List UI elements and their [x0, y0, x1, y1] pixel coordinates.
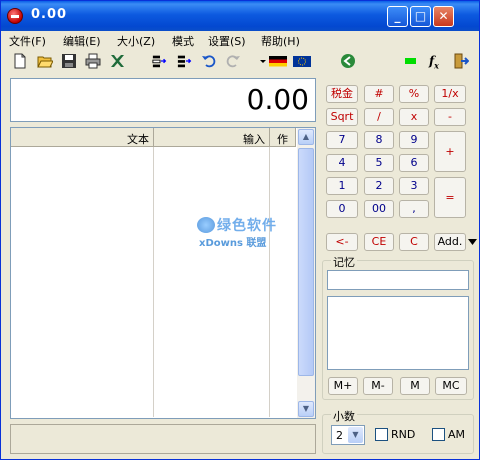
- menu-bar: 文件(F) 编辑(E) 大小(Z) 模式 设置(S) 帮助(H): [1, 31, 479, 49]
- calculator-window: 0.00 _ □ ✕ 文件(F) 编辑(E) 大小(Z) 模式 设置(S) 帮助…: [0, 0, 480, 460]
- divide-key[interactable]: /: [364, 108, 394, 126]
- undo-icon[interactable]: [201, 53, 217, 69]
- key-4[interactable]: 4: [326, 154, 358, 172]
- result-display: 0.00: [10, 78, 316, 122]
- rnd-label: RND: [391, 428, 416, 441]
- tax-key[interactable]: 税金: [326, 85, 358, 103]
- menu-settings[interactable]: 设置(S): [208, 33, 246, 49]
- clear-key[interactable]: C: [399, 233, 429, 251]
- sqrt-key[interactable]: Sqrt: [326, 108, 358, 126]
- column-divider: [153, 147, 154, 417]
- memory-value-field[interactable]: [327, 270, 469, 290]
- scroll-down-button[interactable]: ▼: [298, 401, 314, 417]
- list-header: 文本 输入 作: [11, 128, 296, 147]
- memory-list[interactable]: [327, 296, 469, 370]
- key-5[interactable]: 5: [364, 154, 394, 172]
- scroll-up-button[interactable]: ▲: [298, 129, 314, 145]
- menu-mode[interactable]: 模式: [172, 33, 194, 49]
- window-title: 0.00: [31, 7, 68, 22]
- open-icon[interactable]: [37, 53, 53, 69]
- decimals-value: 2: [336, 429, 343, 442]
- scroll-thumb[interactable]: [298, 148, 314, 376]
- menu-file[interactable]: 文件(F): [9, 33, 46, 49]
- chevron-down-icon[interactable]: ▼: [348, 427, 363, 443]
- insert-column-icon[interactable]: [177, 53, 193, 69]
- fx-icon[interactable]: fx: [429, 53, 445, 70]
- menu-edit[interactable]: 编辑(E): [63, 33, 101, 49]
- equals-key[interactable]: =: [434, 177, 466, 218]
- tape-list[interactable]: 文本 输入 作 ▲ ▼: [10, 127, 316, 419]
- key-2[interactable]: 2: [364, 177, 394, 195]
- display-value: 0.00: [246, 83, 309, 116]
- decimals-group: 小数 2 ▼ RND AM: [322, 408, 474, 454]
- add-mode-key[interactable]: Add.: [434, 233, 466, 251]
- key-7[interactable]: 7: [326, 131, 358, 149]
- toolbar: fx: [1, 49, 479, 73]
- percent-key[interactable]: %: [399, 85, 429, 103]
- redo-icon[interactable]: [225, 53, 241, 69]
- watermark: 绿色软件 xDowns 联盟: [197, 215, 287, 249]
- decimals-title: 小数: [331, 408, 357, 424]
- multiply-key[interactable]: x: [399, 108, 429, 126]
- status-light-icon: [405, 58, 416, 64]
- memory-clear-button[interactable]: MC: [435, 377, 467, 395]
- rnd-checkbox[interactable]: [375, 428, 388, 441]
- reciprocal-key[interactable]: 1/x: [434, 85, 466, 103]
- list-scrollbar[interactable]: ▲ ▼: [297, 128, 315, 418]
- key-9[interactable]: 9: [399, 131, 429, 149]
- comma-key[interactable]: ,: [399, 200, 429, 218]
- column-input[interactable]: 输入: [154, 128, 270, 147]
- exit-icon[interactable]: [453, 53, 469, 69]
- memory-recall-button[interactable]: M: [400, 377, 430, 395]
- key-00[interactable]: 00: [364, 200, 394, 218]
- memory-group: 记忆 M+ M- M MC: [322, 254, 474, 400]
- keypad: 税金 # % 1/x Sqrt / x - 7 8 9 + 4 5 6 1 2 …: [322, 78, 474, 226]
- watermark-bottom-text: xDowns 联盟: [199, 238, 267, 249]
- close-button[interactable]: ✕: [433, 6, 454, 27]
- menu-help[interactable]: 帮助(H): [261, 33, 300, 49]
- decimals-select[interactable]: 2 ▼: [331, 425, 365, 445]
- backspace-key[interactable]: <-: [326, 233, 358, 251]
- ce-key[interactable]: CE: [364, 233, 394, 251]
- minimize-button[interactable]: _: [387, 6, 408, 27]
- key-1[interactable]: 1: [326, 177, 358, 195]
- plus-key[interactable]: +: [434, 131, 466, 172]
- insert-row-icon[interactable]: [152, 53, 168, 69]
- status-bar: [10, 424, 316, 454]
- save-icon[interactable]: [61, 53, 77, 69]
- hash-key[interactable]: #: [364, 85, 394, 103]
- memory-title: 记忆: [331, 254, 357, 270]
- print-icon[interactable]: [85, 53, 101, 69]
- key-0[interactable]: 0: [326, 200, 358, 218]
- column-divider: [269, 147, 270, 417]
- am-checkbox[interactable]: [432, 428, 445, 441]
- column-text[interactable]: 文本: [11, 128, 154, 147]
- am-label: AM: [448, 428, 466, 441]
- key-6[interactable]: 6: [399, 154, 429, 172]
- excel-icon[interactable]: [109, 53, 125, 69]
- key-8[interactable]: 8: [364, 131, 394, 149]
- column-action[interactable]: 作: [270, 128, 296, 147]
- key-3[interactable]: 3: [399, 177, 429, 195]
- memory-plus-button[interactable]: M+: [328, 377, 358, 395]
- german-flag-icon[interactable]: [259, 53, 287, 69]
- maximize-button[interactable]: □: [410, 6, 431, 27]
- add-mode-dropdown-icon[interactable]: [468, 239, 477, 245]
- minus-key[interactable]: -: [434, 108, 466, 126]
- title-bar[interactable]: 0.00 _ □ ✕: [1, 1, 479, 31]
- new-icon[interactable]: [12, 53, 28, 69]
- watermark-top-text: 绿色软件: [217, 218, 277, 234]
- eu-flag-icon[interactable]: [293, 53, 311, 69]
- menu-size[interactable]: 大小(Z): [117, 33, 155, 49]
- back-icon[interactable]: [340, 53, 356, 69]
- memory-minus-button[interactable]: M-: [363, 377, 393, 395]
- app-icon[interactable]: [7, 8, 23, 24]
- watermark-logo-icon: [197, 217, 215, 233]
